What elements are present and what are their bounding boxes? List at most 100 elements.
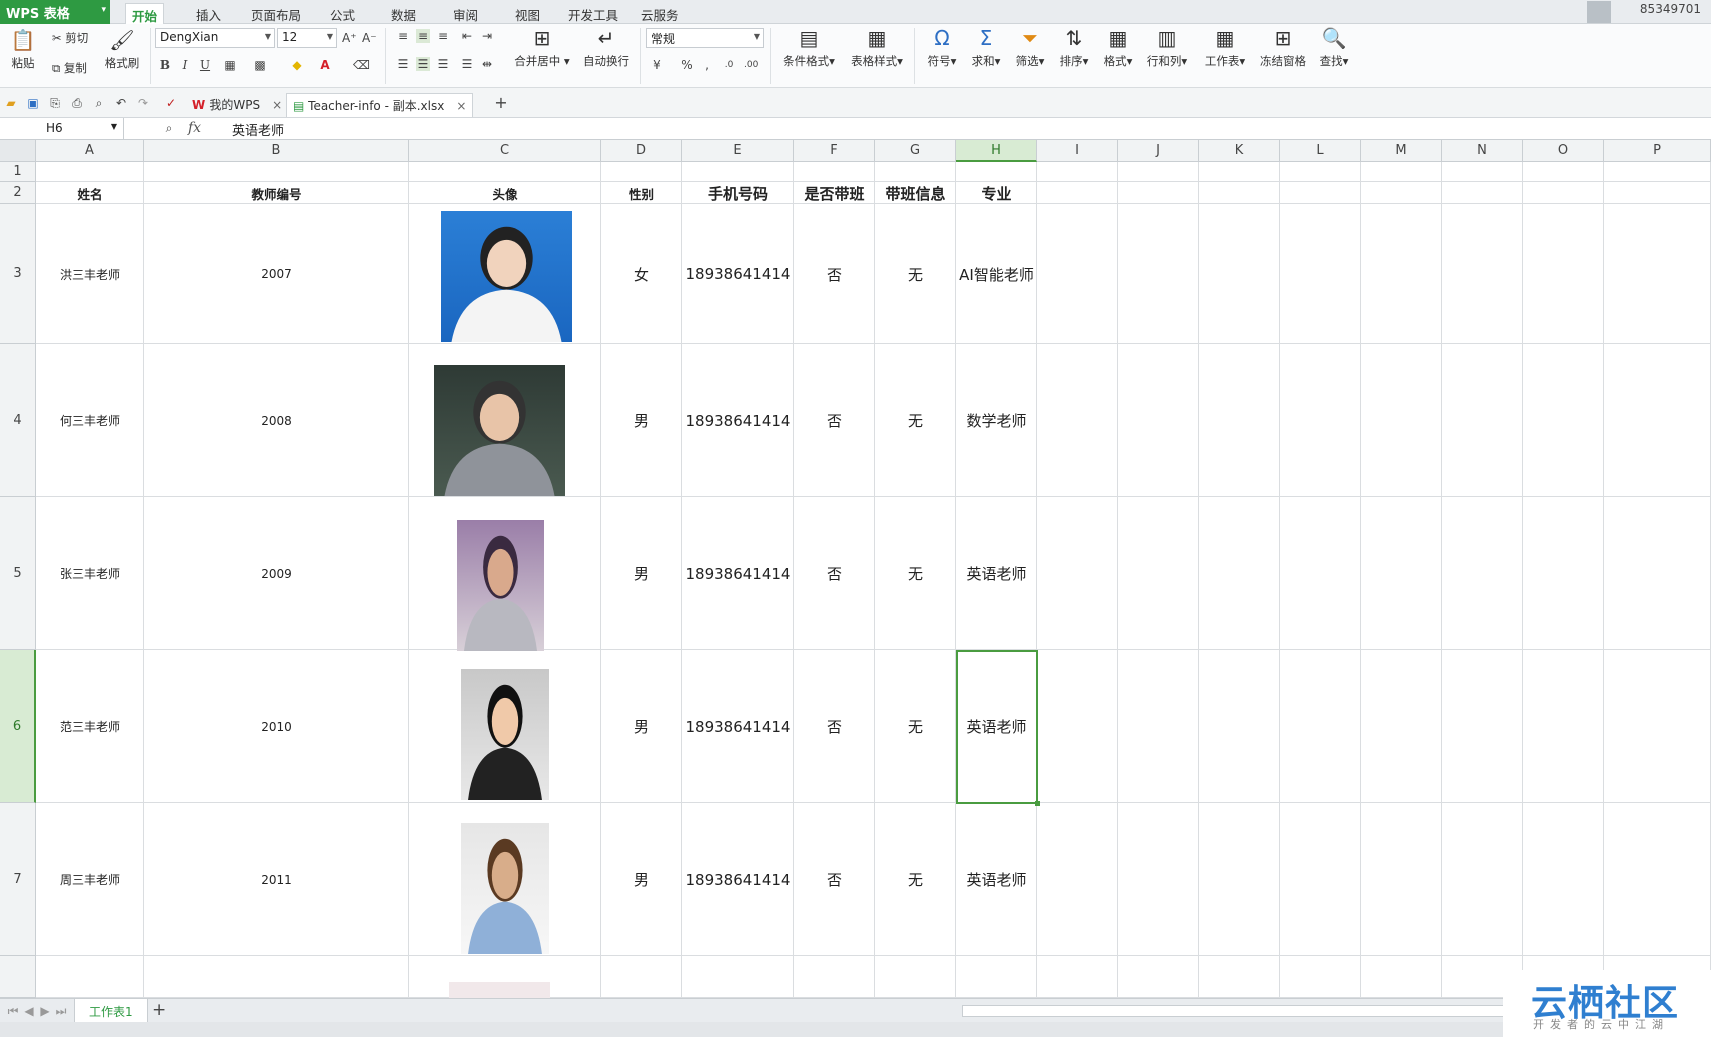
column-header-b[interactable]: B — [144, 140, 409, 162]
column-title-c[interactable]: 头像 — [409, 182, 601, 204]
phone-cell[interactable]: 18938641414 — [682, 497, 794, 650]
grid-cell[interactable] — [1523, 650, 1604, 803]
grid-cell[interactable] — [601, 956, 682, 998]
column-title-g[interactable]: 带班信息 — [875, 182, 956, 204]
gender-cell[interactable]: 男 — [601, 803, 682, 956]
major-cell[interactable]: 数学老师 — [956, 344, 1037, 497]
grid-cell[interactable] — [1442, 497, 1523, 650]
grid-cell[interactable] — [1442, 803, 1523, 956]
grid-cell[interactable] — [1280, 497, 1361, 650]
grid-cell[interactable] — [1523, 204, 1604, 344]
column-title-d[interactable]: 性别 — [601, 182, 682, 204]
undo-icon[interactable]: ↶ — [114, 96, 128, 110]
font-size-select[interactable]: 12 ▼ — [277, 28, 337, 48]
gender-cell[interactable]: 男 — [601, 650, 682, 803]
bold-button[interactable]: B — [158, 58, 172, 72]
increase-decimal-icon[interactable]: .0 — [722, 58, 736, 72]
grid-cell[interactable] — [601, 162, 682, 182]
align-right-icon[interactable]: ☰ — [436, 57, 450, 71]
font-color-icon[interactable]: A — [318, 58, 332, 72]
grid-cell[interactable] — [36, 162, 144, 182]
grid-cell[interactable] — [1199, 344, 1280, 497]
row-header[interactable]: 1 — [0, 162, 36, 182]
close-icon[interactable]: × — [456, 99, 466, 113]
grid-cell[interactable] — [875, 162, 956, 182]
column-header-l[interactable]: L — [1280, 140, 1361, 162]
teacher-name-cell[interactable]: 范三丰老师 — [36, 650, 144, 803]
last-sheet-icon[interactable]: ⏭ — [54, 1004, 68, 1018]
teacher-photo[interactable] — [434, 365, 565, 496]
teacher-id-cell[interactable]: 2008 — [144, 344, 409, 497]
sum-button[interactable]: Σ 求和▾ — [966, 26, 1006, 69]
underline-button[interactable]: U — [198, 58, 212, 72]
tab-cloud[interactable]: 云服务 — [635, 3, 685, 24]
grid-cell[interactable] — [1037, 650, 1118, 803]
first-sheet-icon[interactable]: ⏮ — [6, 1004, 20, 1018]
align-bottom-icon[interactable]: ≡ — [436, 29, 450, 43]
grid-cell[interactable] — [1523, 803, 1604, 956]
column-header-o[interactable]: O — [1523, 140, 1604, 162]
gender-cell[interactable]: 女 — [601, 204, 682, 344]
grid-cell[interactable] — [682, 956, 794, 998]
grid-cell[interactable] — [1199, 204, 1280, 344]
row-header[interactable]: 5 — [0, 497, 36, 650]
grid-cell[interactable] — [794, 956, 875, 998]
column-header-j[interactable]: J — [1118, 140, 1199, 162]
conditional-format-button[interactable]: ▤ 条件格式▾ — [778, 26, 840, 69]
currency-icon[interactable]: ¥ — [650, 58, 664, 72]
row-header[interactable]: 6 — [0, 650, 36, 803]
name-box[interactable]: H6 ▼ — [0, 118, 124, 139]
has-class-cell[interactable]: 否 — [794, 204, 875, 344]
row-header[interactable] — [0, 956, 36, 998]
grid-cell[interactable] — [794, 162, 875, 182]
grid-cell[interactable] — [682, 162, 794, 182]
row-header[interactable]: 4 — [0, 344, 36, 497]
grid-cell[interactable] — [1280, 344, 1361, 497]
phone-cell[interactable]: 18938641414 — [682, 650, 794, 803]
grid-cell[interactable] — [1280, 162, 1361, 182]
indent-increase-icon[interactable]: ⇥ — [480, 29, 494, 43]
grid-cell[interactable] — [1118, 162, 1199, 182]
tab-page-layout[interactable]: 页面布局 — [245, 3, 307, 24]
grid-cell[interactable] — [1037, 182, 1118, 204]
column-header-k[interactable]: K — [1199, 140, 1280, 162]
grid-cell[interactable] — [1118, 344, 1199, 497]
app-menu-button[interactable]: WPS 表格 ▾ — [0, 0, 110, 24]
grid-cell[interactable] — [1199, 650, 1280, 803]
grid-cell[interactable] — [1523, 182, 1604, 204]
user-id[interactable]: 85349701 — [1640, 2, 1701, 16]
teacher-photo[interactable] — [441, 211, 572, 342]
column-header-e[interactable]: E — [682, 140, 794, 162]
teacher-id-cell[interactable]: 2011 — [144, 803, 409, 956]
number-format-select[interactable]: 常规 ▼ — [646, 28, 764, 48]
teacher-name-cell[interactable]: 周三丰老师 — [36, 803, 144, 956]
freeze-panes-button[interactable]: ⊞ 冻结窗格 — [1256, 26, 1310, 69]
percent-button[interactable]: % — [680, 58, 694, 72]
grid-cell[interactable] — [1037, 803, 1118, 956]
grid-cell[interactable] — [1118, 204, 1199, 344]
has-class-cell[interactable]: 否 — [794, 650, 875, 803]
find-button[interactable]: 🔍 查找▾ — [1314, 26, 1354, 69]
sheet-tab-1[interactable]: 工作表1 — [74, 999, 148, 1023]
italic-button[interactable]: I — [178, 58, 192, 72]
select-all-corner[interactable] — [0, 140, 36, 162]
column-header-n[interactable]: N — [1442, 140, 1523, 162]
align-middle-icon[interactable]: ≡ — [416, 29, 430, 43]
justify-icon[interactable]: ☰ — [460, 57, 474, 71]
class-info-cell[interactable]: 无 — [875, 803, 956, 956]
gender-cell[interactable]: 男 — [601, 344, 682, 497]
wrap-text-button[interactable]: ↵ 自动换行 — [578, 26, 634, 69]
grid-cell[interactable] — [1118, 803, 1199, 956]
tab-formulas[interactable]: 公式 — [324, 3, 361, 24]
grid-cell[interactable] — [1118, 956, 1199, 998]
column-header-f[interactable]: F — [794, 140, 875, 162]
grid-cell[interactable] — [1037, 956, 1118, 998]
font-grow-icon[interactable]: A⁺ — [342, 31, 357, 45]
grid-cell[interactable] — [1280, 956, 1361, 998]
add-sheet-icon[interactable]: + — [152, 1002, 166, 1019]
symbol-button[interactable]: Ω 符号▾ — [922, 26, 962, 69]
grid-cell[interactable] — [1037, 162, 1118, 182]
tab-data[interactable]: 数据 — [385, 3, 422, 24]
column-title-a[interactable]: 姓名 — [36, 182, 144, 204]
grid-cell[interactable] — [1361, 497, 1442, 650]
